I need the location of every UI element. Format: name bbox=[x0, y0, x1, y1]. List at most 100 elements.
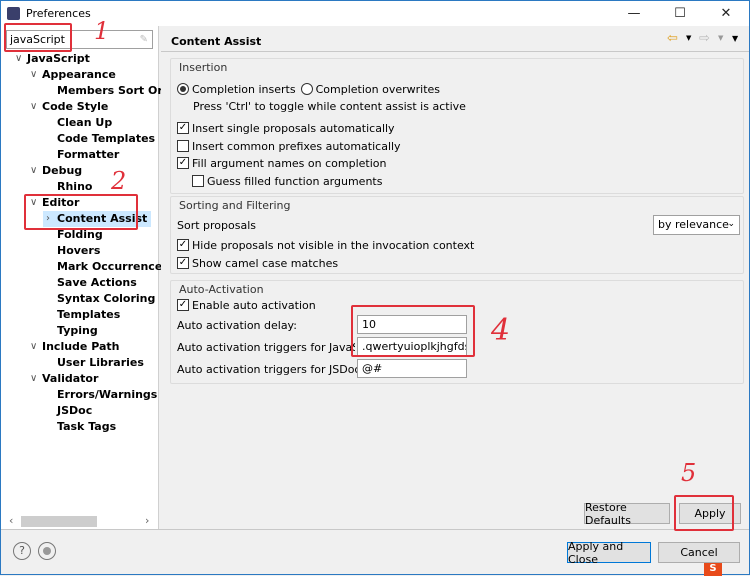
delay-label: Auto activation delay: bbox=[177, 319, 297, 332]
camel-case-checkbox[interactable]: ✓ bbox=[177, 257, 189, 269]
group-title: Insertion bbox=[179, 61, 228, 74]
radio-label: Completion overwrites bbox=[315, 82, 441, 96]
tree-item-label: Formatter bbox=[57, 148, 120, 161]
sort-proposals-select[interactable]: by relevance ⌄ bbox=[653, 215, 740, 235]
tree-item-rhino[interactable]: Rhino bbox=[57, 179, 92, 195]
insert-single-checkbox[interactable]: ✓ bbox=[177, 122, 189, 134]
tree-item-include-path[interactable]: ∨ Include Path bbox=[30, 339, 120, 355]
tree-item-label: Templates bbox=[57, 308, 121, 321]
checkbox-label: Insert common prefixes automatically bbox=[192, 139, 401, 153]
guess-arguments-checkbox[interactable] bbox=[192, 175, 204, 187]
restore-defaults-button[interactable]: Restore Defaults bbox=[584, 501, 670, 527]
record-icon[interactable] bbox=[38, 542, 56, 560]
checkbox-label: Guess filled function arguments bbox=[207, 174, 383, 188]
insertion-group: Insertion Completion inserts Completion … bbox=[170, 58, 744, 194]
annotation-5: 5 bbox=[681, 459, 697, 487]
tree-item-members-sort-orde[interactable]: Members Sort Orde bbox=[57, 83, 178, 99]
chevron-down-icon[interactable]: ∨ bbox=[30, 371, 37, 387]
tree-item-label: User Libraries bbox=[57, 356, 144, 369]
tree-item-label: Save Actions bbox=[57, 276, 137, 289]
tree-item-label: JavaScript bbox=[27, 52, 90, 65]
tree-item-label: Validator bbox=[42, 372, 99, 385]
tree-item-debug[interactable]: ∨ Debug bbox=[30, 163, 83, 179]
tree-item-hovers[interactable]: Hovers bbox=[57, 243, 100, 259]
tree-item-user-libraries[interactable]: User Libraries bbox=[57, 355, 144, 371]
insert-prefixes-checkbox[interactable] bbox=[177, 140, 189, 152]
tree-item-label: Include Path bbox=[42, 340, 120, 353]
tree-item-label: Errors/Warnings bbox=[57, 388, 158, 401]
chevron-down-icon[interactable]: ∨ bbox=[30, 339, 37, 355]
tree-item-formatter[interactable]: Formatter bbox=[57, 147, 119, 163]
checkbox-label: Fill argument names on completion bbox=[192, 156, 387, 170]
tree-item-templates[interactable]: Templates bbox=[57, 307, 120, 323]
ime-icon: S bbox=[704, 563, 722, 576]
tree-item-task-tags[interactable]: Task Tags bbox=[57, 419, 116, 435]
tree-item-label: Members Sort Orde bbox=[57, 84, 179, 97]
tree-item-label: Typing bbox=[57, 324, 98, 337]
tree-item-appearance[interactable]: ∨ Appearance bbox=[30, 67, 116, 83]
tree-item-syntax-coloring[interactable]: Syntax Coloring bbox=[57, 291, 155, 307]
hide-proposals-checkbox[interactable]: ✓ bbox=[177, 239, 189, 251]
annotation-box-triggers bbox=[351, 305, 475, 357]
maximize-button[interactable]: ☐ bbox=[657, 1, 703, 26]
tree-item-mark-occurrences[interactable]: Mark Occurrences bbox=[57, 259, 169, 275]
footer-divider bbox=[1, 529, 749, 530]
annotation-box-apply bbox=[674, 495, 734, 531]
tree-item-save-actions[interactable]: Save Actions bbox=[57, 275, 137, 291]
sidebar: javaScript ✎ ∨ JavaScript ∨ Appearance Membe… bbox=[1, 26, 178, 529]
view-menu-icon[interactable]: ▼ bbox=[732, 34, 738, 43]
jsdoc-triggers-input[interactable]: @# bbox=[357, 359, 467, 378]
eclipse-icon bbox=[7, 7, 20, 20]
clear-filter-icon[interactable]: ✎ bbox=[140, 34, 148, 45]
tree-item-validator[interactable]: ∨ Validator bbox=[30, 371, 99, 387]
tree-item-code-templates[interactable]: Code Templates bbox=[57, 131, 155, 147]
page-title: Content Assist bbox=[171, 35, 262, 48]
back-arrow-icon[interactable]: ⇦ bbox=[667, 31, 678, 46]
group-title: Auto-Activation bbox=[179, 283, 264, 296]
back-dropdown-icon[interactable]: ▼ bbox=[686, 34, 691, 42]
horizontal-scrollbar[interactable]: ‹ › bbox=[5, 514, 155, 528]
chevron-down-icon[interactable]: ∨ bbox=[15, 51, 22, 67]
page-header: Content Assist ⇦ ▼ ⇨ ▼ ▼ bbox=[161, 26, 749, 52]
js-triggers-label: Auto activation triggers for JavaScript: bbox=[177, 341, 355, 354]
close-button[interactable]: ✕ bbox=[703, 1, 749, 26]
window-title: Preferences bbox=[26, 7, 91, 20]
group-title: Sorting and Filtering bbox=[179, 199, 291, 212]
chevron-down-icon: ⌄ bbox=[727, 219, 735, 229]
apply-and-close-button[interactable]: Apply and Close bbox=[567, 540, 651, 566]
tree-item-jsdoc[interactable]: JSDoc bbox=[57, 403, 92, 419]
annotation-box-editor bbox=[24, 194, 138, 230]
forward-dropdown-icon[interactable]: ▼ bbox=[718, 34, 723, 42]
cancel-button[interactable]: Cancel bbox=[658, 542, 740, 563]
tree-item-label: Debug bbox=[42, 164, 83, 177]
chevron-down-icon[interactable]: ∨ bbox=[30, 99, 37, 115]
preferences-window: Preferences — ☐ ✕ javaScript ✎ ∨ JavaScri… bbox=[0, 0, 750, 576]
tree-item-code-style[interactable]: ∨ Code Style bbox=[30, 99, 109, 115]
checkbox-label: Enable auto activation bbox=[192, 298, 316, 312]
tree-item-label: Task Tags bbox=[57, 420, 117, 433]
help-icon[interactable]: ? bbox=[13, 542, 31, 560]
annotation-4: 4 bbox=[491, 313, 511, 348]
tree-item-typing[interactable]: Typing bbox=[57, 323, 98, 339]
tree-item-javascript[interactable]: ∨ JavaScript bbox=[15, 51, 90, 67]
chevron-down-icon[interactable]: ∨ bbox=[30, 163, 37, 179]
completion-overwrites-radio[interactable] bbox=[300, 83, 313, 95]
toggle-hint: Press 'Ctrl' to toggle while content ass… bbox=[193, 100, 466, 113]
tree-item-errors-warnings[interactable]: Errors/Warnings bbox=[57, 387, 157, 403]
minimize-button[interactable]: — bbox=[611, 1, 657, 26]
jsdoc-triggers-label: Auto activation triggers for JSDoc: bbox=[177, 363, 365, 376]
annotation-2: 2 bbox=[111, 167, 127, 195]
sort-proposals-label: Sort proposals bbox=[177, 219, 257, 232]
forward-arrow-icon[interactable]: ⇨ bbox=[699, 31, 710, 46]
tree-item-label: Syntax Coloring bbox=[57, 292, 156, 305]
chevron-down-icon[interactable]: ∨ bbox=[30, 67, 37, 83]
tree-item-clean-up[interactable]: Clean Up bbox=[57, 115, 112, 131]
tree-item-label: Code Style bbox=[42, 100, 109, 113]
enable-auto-activation-checkbox[interactable]: ✓ bbox=[177, 299, 189, 311]
annotation-box-search bbox=[4, 23, 72, 52]
scrollbar-thumb[interactable] bbox=[21, 516, 97, 527]
content-assist-page: Content Assist ⇦ ▼ ⇨ ▼ ▼ Insertion Compl… bbox=[161, 26, 749, 529]
sorting-group: Sorting and Filtering Sort proposals by … bbox=[170, 196, 744, 274]
completion-inserts-radio[interactable] bbox=[177, 83, 189, 95]
fill-arguments-checkbox[interactable]: ✓ bbox=[177, 157, 189, 169]
